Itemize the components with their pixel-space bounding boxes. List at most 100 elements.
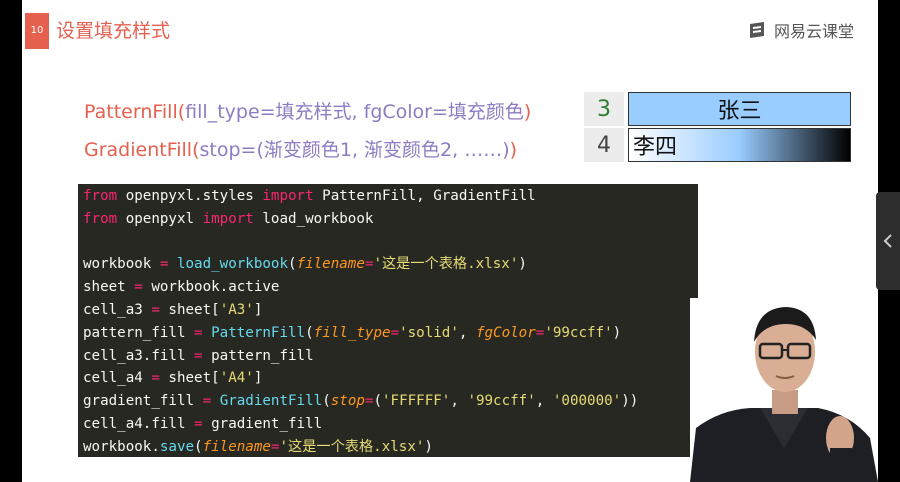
course-logo-icon [749,22,764,38]
code-token: from [83,188,118,204]
code-token: filename [296,256,365,273]
code-token: = [194,347,203,364]
code-token: '这是一个表格.xlsx' [279,438,425,455]
code-token: ) [612,324,622,341]
code-token: PatternFill, GradientFill [313,188,536,204]
code-block: from openpyxl.styles import PatternFill,… [78,184,698,457]
cell-a3: 张三 [628,92,851,126]
code-line: sheet = workbook.active [83,276,698,299]
code-line: from openpyxl import load_workbook [83,208,698,231]
cell-a4: 李四 [628,128,851,162]
code-token: gradient_fill [202,415,323,432]
code-token: sheet [83,279,135,296]
slide-number: 10 [25,13,49,49]
excel-row-4: 4 李四 [584,128,851,162]
slide-title: 设置填充样式 [56,20,171,42]
code-token: 'FFFFFF' [382,393,451,410]
code-token: load_workbook [253,210,374,227]
chevron-left-icon [883,234,892,248]
code-line: cell_a3.fill = pattern_fill [83,345,698,368]
code-token: 'A3' [219,301,254,318]
gradient-fill-formula: GradientFill(stop=(渐变颜色1, 渐变颜色2, ……)) [84,137,517,163]
code-line: cell_a4.fill = gradient_fill [83,413,698,436]
code-token: gradient_fill [83,393,203,410]
code-token: stop [330,393,365,410]
code-token: '99ccff' [467,393,536,410]
code-token: , [450,393,468,410]
code-token: = [202,393,212,410]
code-token: ( [305,324,314,341]
code-token: pattern_fill [202,347,314,364]
side-panel-toggle[interactable] [876,192,900,290]
code-token: = [390,324,400,341]
code-token: cell_a4.fill [83,415,195,432]
code-token: ] [253,370,263,387]
excel-preview: 3 张三 4 李四 [584,92,851,166]
code-token: openpyxl.styles [117,188,263,204]
code-token: '99ccff' [544,324,613,341]
code-token: PatternFill [211,324,306,341]
code-token: ) [424,438,433,455]
code-line: from openpyxl.styles import PatternFill,… [83,185,698,208]
code-token: import [202,210,254,227]
code-token: filename [202,438,271,455]
code-token: = [151,370,160,387]
code-token: '000000' [552,393,622,410]
code-token: ) [518,256,527,273]
code-token: = [151,301,160,318]
code-token: from [83,210,118,227]
code-token: workbook. [83,438,160,455]
formula-args: stop=(渐变颜色1, 渐变颜色2, ……) [199,139,510,161]
code-token: ] [253,301,263,318]
code-token: workbook [83,256,160,273]
code-token: cell_a3 [83,301,152,318]
code-token: pattern_fill [83,324,195,341]
code-token: cell_a4 [83,370,152,387]
presenter-video [690,298,878,482]
excel-row-3: 3 张三 [584,92,851,126]
code-line: cell_a4 = sheet['A4'] [83,367,698,390]
code-token: sheet[ [159,370,220,387]
code-line: workbook = load_workbook(filename='这是一个表… [83,253,698,276]
code-token: , [535,393,553,410]
code-token: ( [373,393,382,410]
row-number: 4 [584,128,624,162]
code-token: load_workbook [176,256,289,273]
formula-args: fill_type=填充样式, fgColor=填充颜色 [185,101,524,123]
code-token: 'solid' [399,324,459,341]
formula-paren: ( [192,139,200,161]
code-token: GradientFill [219,393,323,410]
formula-paren: ) [523,101,532,123]
code-token: cell_a3.fill [83,347,195,364]
code-token: ( [322,393,331,410]
code-token: import [262,188,314,204]
code-line: gradient_fill = GradientFill(stop=('FFFF… [83,390,698,413]
brand: 网易云课堂 [748,18,854,42]
code-token: ( [194,438,203,455]
code-token: = [194,415,203,432]
formula-function: GradientFill [84,139,193,161]
formula-paren: ) [509,139,518,161]
code-token: fill_type [313,324,391,341]
code-token: ( [288,256,297,273]
code-token: openpyxl [117,210,203,227]
code-token: )) [621,393,639,410]
row-number: 3 [584,92,624,126]
brand-name: 网易云课堂 [773,22,854,41]
code-token: = [194,324,203,341]
code-line: workbook.save(filename='这是一个表格.xlsx') [83,436,698,457]
code-token: = [134,279,143,296]
code-token: sheet[ [159,301,220,318]
pattern-fill-formula: PatternFill(fill_type=填充样式, fgColor=填充颜色… [84,99,531,125]
code-line: pattern_fill = PatternFill(fill_type='so… [83,322,698,345]
code-line: cell_a3 = sheet['A3'] [83,299,698,322]
code-token: 'A4' [219,370,254,387]
code-token: workbook.active [142,279,280,296]
code-token: '这是一个表格.xlsx' [373,256,519,273]
code-token: save [159,438,195,455]
code-token: fgColor [475,324,536,341]
